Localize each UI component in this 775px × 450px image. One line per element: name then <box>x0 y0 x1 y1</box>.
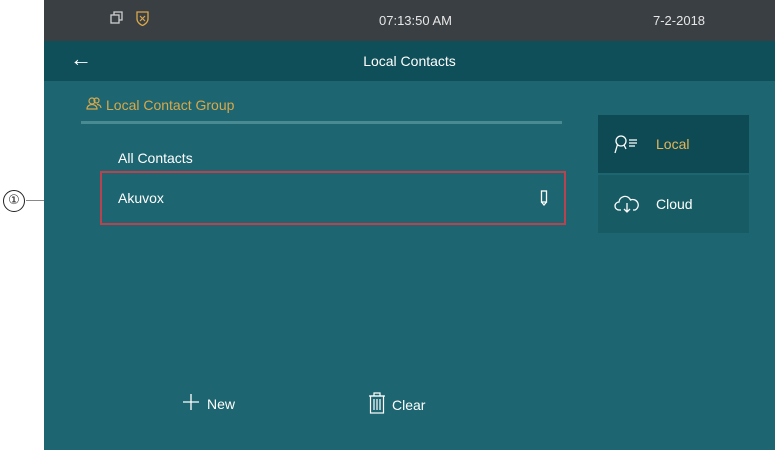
status-bar: 07:13:50 AM 7-2-2018 <box>44 0 775 41</box>
trash-icon <box>368 392 386 417</box>
clear-button[interactable]: Clear <box>368 392 425 417</box>
group-title: Local Contact Group <box>106 96 235 113</box>
contacts-search-icon <box>614 134 642 154</box>
tab-local-label: Local <box>656 136 690 152</box>
page-title: Local Contacts <box>363 53 456 69</box>
clear-button-label: Clear <box>392 396 426 413</box>
edit-icon[interactable] <box>540 190 548 209</box>
group-header: Local Contact Group <box>86 96 234 113</box>
screens-icon <box>110 11 124 28</box>
callout-number: ① <box>3 190 25 212</box>
contact-group-label: Akuvox <box>118 190 164 206</box>
cloud-download-icon <box>614 194 642 214</box>
contact-group-label: All Contacts <box>118 150 193 166</box>
group-divider <box>81 121 562 124</box>
tab-cloud-label: Cloud <box>656 196 693 212</box>
shield-icon <box>136 11 149 29</box>
group-icon <box>86 96 102 113</box>
title-bar: ← Local Contacts <box>44 41 775 81</box>
tab-local[interactable]: Local <box>598 115 749 173</box>
contact-group-akuvox[interactable]: Akuvox <box>100 171 566 225</box>
new-button-label: New <box>207 395 236 412</box>
status-time: 07:13:50 AM <box>379 13 452 28</box>
status-date: 7-2-2018 <box>653 13 706 28</box>
plus-icon <box>181 392 201 415</box>
tab-cloud[interactable]: Cloud <box>598 175 749 233</box>
device-screen: 07:13:50 AM 7-2-2018 ← Local Contacts Lo… <box>44 0 775 450</box>
new-button[interactable]: New <box>181 392 235 415</box>
